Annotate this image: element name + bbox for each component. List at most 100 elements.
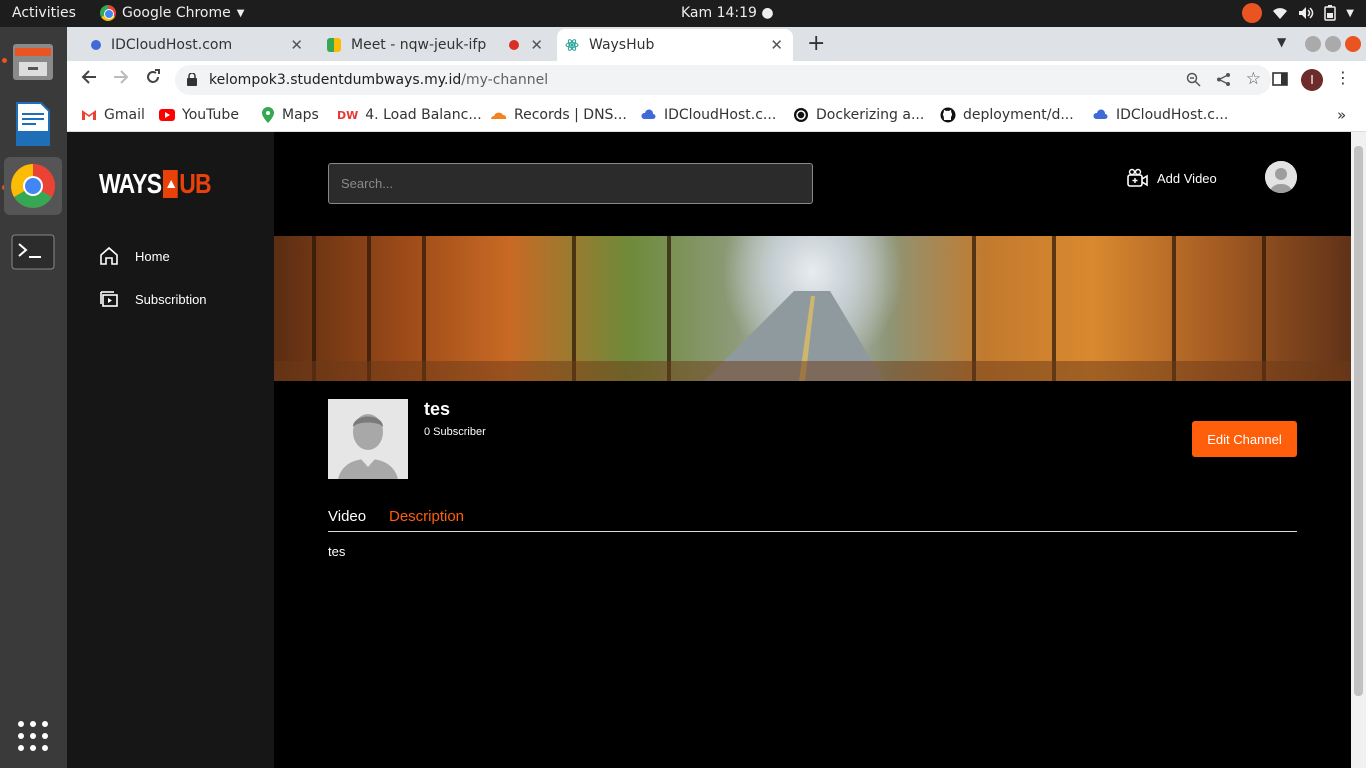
side-panel-icon[interactable] <box>1272 72 1288 86</box>
tab-idcloudhost[interactable]: IDCloudHost.com ✕ <box>75 29 313 61</box>
user-avatar[interactable] <box>1265 161 1297 193</box>
zoom-icon[interactable] <box>1186 72 1201 87</box>
app-menu[interactable]: Google Chrome ▼ <box>100 5 244 21</box>
dumbways-icon: DW <box>337 108 359 122</box>
subscription-icon <box>99 289 119 309</box>
bookmark-gmail[interactable]: Gmail <box>81 107 145 123</box>
bookmark-dockerizing[interactable]: Dockerizing a... <box>793 107 924 123</box>
new-tab-button[interactable]: + <box>807 31 825 56</box>
tab-wayshub[interactable]: WaysHub ✕ <box>557 29 793 61</box>
bookmark-load-balancer[interactable]: DW 4. Load Balanc... <box>337 107 482 123</box>
channel-avatar <box>328 399 408 479</box>
writer-app-icon[interactable] <box>4 95 62 153</box>
bookmark-deployment[interactable]: deployment/d... <box>940 107 1074 123</box>
sidebar-item-label: Subscribtion <box>135 291 207 307</box>
share-icon[interactable] <box>1216 72 1231 87</box>
terminal-app-icon[interactable] <box>4 223 62 281</box>
youtube-icon <box>159 109 175 121</box>
chevron-down-icon: ▼ <box>1346 7 1354 19</box>
page-scrollbar[interactable] <box>1351 132 1366 768</box>
volume-icon <box>1298 6 1314 20</box>
main-content: Add Video tes 0 Subscriber <box>274 132 1351 768</box>
idcloudhost-icon <box>641 109 657 121</box>
tab-meet[interactable]: Meet - nqw-jeuk-ifp ✕ <box>317 29 553 61</box>
tab-label: IDCloudHost.com <box>111 37 233 53</box>
dock <box>0 27 67 768</box>
page-content: WAYS UB Home Subscribtion Search... Add … <box>67 132 1366 768</box>
browser-window: IDCloudHost.com ✕ Meet - nqw-jeuk-ifp ✕ … <box>67 27 1366 768</box>
video-camera-icon <box>1127 168 1149 188</box>
edit-channel-button[interactable]: Edit Channel <box>1192 421 1297 457</box>
bookmark-idcloudhost[interactable]: IDCloudHost.c... <box>641 107 776 123</box>
address-bar[interactable]: kelompok3.studentdumbways.my.id/my-chann… <box>175 65 1271 95</box>
wayshub-logo[interactable]: WAYS UB <box>99 168 212 200</box>
recording-icon <box>509 40 519 50</box>
tab-description[interactable]: Description <box>389 508 464 525</box>
bookmark-star-icon[interactable]: ☆ <box>1246 69 1261 89</box>
bookmark-label: deployment/d... <box>963 107 1074 123</box>
system-top-bar: Activities Google Chrome ▼ Kam 14:19 ● ▼ <box>0 0 1366 27</box>
bookmark-dns-records[interactable]: Records | DNS... <box>489 107 627 123</box>
sidebar-item-subscription[interactable]: Subscribtion <box>99 289 207 309</box>
lock-icon[interactable] <box>187 73 197 86</box>
chevron-down-icon: ▼ <box>236 7 245 19</box>
bookmark-label: 4. Load Balanc... <box>365 107 482 123</box>
forest-road-image <box>274 236 1351 381</box>
bookmark-youtube[interactable]: YouTube <box>159 107 239 123</box>
bookmark-label: IDCloudHost.c... <box>664 107 777 123</box>
close-icon[interactable]: ✕ <box>290 36 303 54</box>
tab-strip: IDCloudHost.com ✕ Meet - nqw-jeuk-ifp ✕ … <box>67 27 1366 61</box>
chrome-app-icon[interactable] <box>4 157 62 215</box>
minimize-button[interactable] <box>1305 36 1321 52</box>
cloudflare-icon <box>489 110 507 120</box>
bookmarks-bar: Gmail YouTube Maps DW 4. Load Balanc... … <box>67 99 1366 132</box>
add-video-button[interactable]: Add Video <box>1127 168 1217 188</box>
channel-banner <box>274 236 1351 381</box>
close-window-button[interactable] <box>1345 36 1361 52</box>
profile-avatar[interactable]: I <box>1301 69 1323 91</box>
tab-label: WaysHub <box>589 37 655 53</box>
search-input[interactable] <box>328 163 813 204</box>
back-icon[interactable] <box>81 69 97 85</box>
window-controls <box>1305 36 1361 52</box>
menu-kebab-icon[interactable]: ⋮ <box>1335 68 1351 87</box>
system-tray[interactable]: ▼ <box>1242 3 1354 23</box>
indicator-icon[interactable] <box>1242 3 1263 23</box>
tab-search-icon[interactable]: ▼ <box>1277 35 1286 49</box>
bookmark-idcloudhost-2[interactable]: IDCloudHost.c... <box>1093 107 1228 123</box>
tab-video[interactable]: Video <box>328 508 366 525</box>
sidebar-item-label: Home <box>135 248 170 264</box>
reload-icon[interactable] <box>145 69 161 85</box>
close-icon[interactable]: ✕ <box>530 36 543 54</box>
react-icon <box>565 38 579 52</box>
add-video-label: Add Video <box>1157 170 1217 186</box>
activities-button[interactable]: Activities <box>12 5 76 21</box>
files-app-icon[interactable] <box>4 33 62 91</box>
bookmark-label: Dockerizing a... <box>816 107 925 123</box>
channel-description: tes <box>328 544 346 559</box>
bookmark-label: Maps <box>282 107 319 123</box>
show-applications-icon[interactable] <box>4 707 62 765</box>
scrollbar-thumb[interactable] <box>1354 146 1363 696</box>
idcloudhost-icon <box>91 40 101 50</box>
url-path: /my-channel <box>461 72 549 88</box>
bookmark-maps[interactable]: Maps <box>261 107 319 123</box>
url-host: kelompok3.studentdumbways.my.id <box>209 72 462 88</box>
bookmark-label: Gmail <box>104 107 145 123</box>
meet-icon <box>327 38 341 52</box>
bookmark-label: YouTube <box>182 107 239 123</box>
maximize-button[interactable] <box>1325 36 1341 52</box>
app-menu-label: Google Chrome <box>122 5 231 21</box>
close-icon[interactable]: ✕ <box>770 36 783 54</box>
wifi-icon <box>1272 6 1288 20</box>
gmail-icon <box>81 109 97 121</box>
clock[interactable]: Kam 14:19 ● <box>681 5 774 21</box>
forward-icon[interactable] <box>113 69 129 85</box>
battery-icon <box>1324 5 1337 21</box>
maps-icon <box>261 107 275 123</box>
sidebar-item-home[interactable]: Home <box>99 246 170 266</box>
home-icon <box>99 246 119 266</box>
channel-name: tes <box>424 399 451 419</box>
bookmarks-overflow-icon[interactable]: » <box>1337 106 1346 124</box>
circle-icon <box>793 107 809 123</box>
